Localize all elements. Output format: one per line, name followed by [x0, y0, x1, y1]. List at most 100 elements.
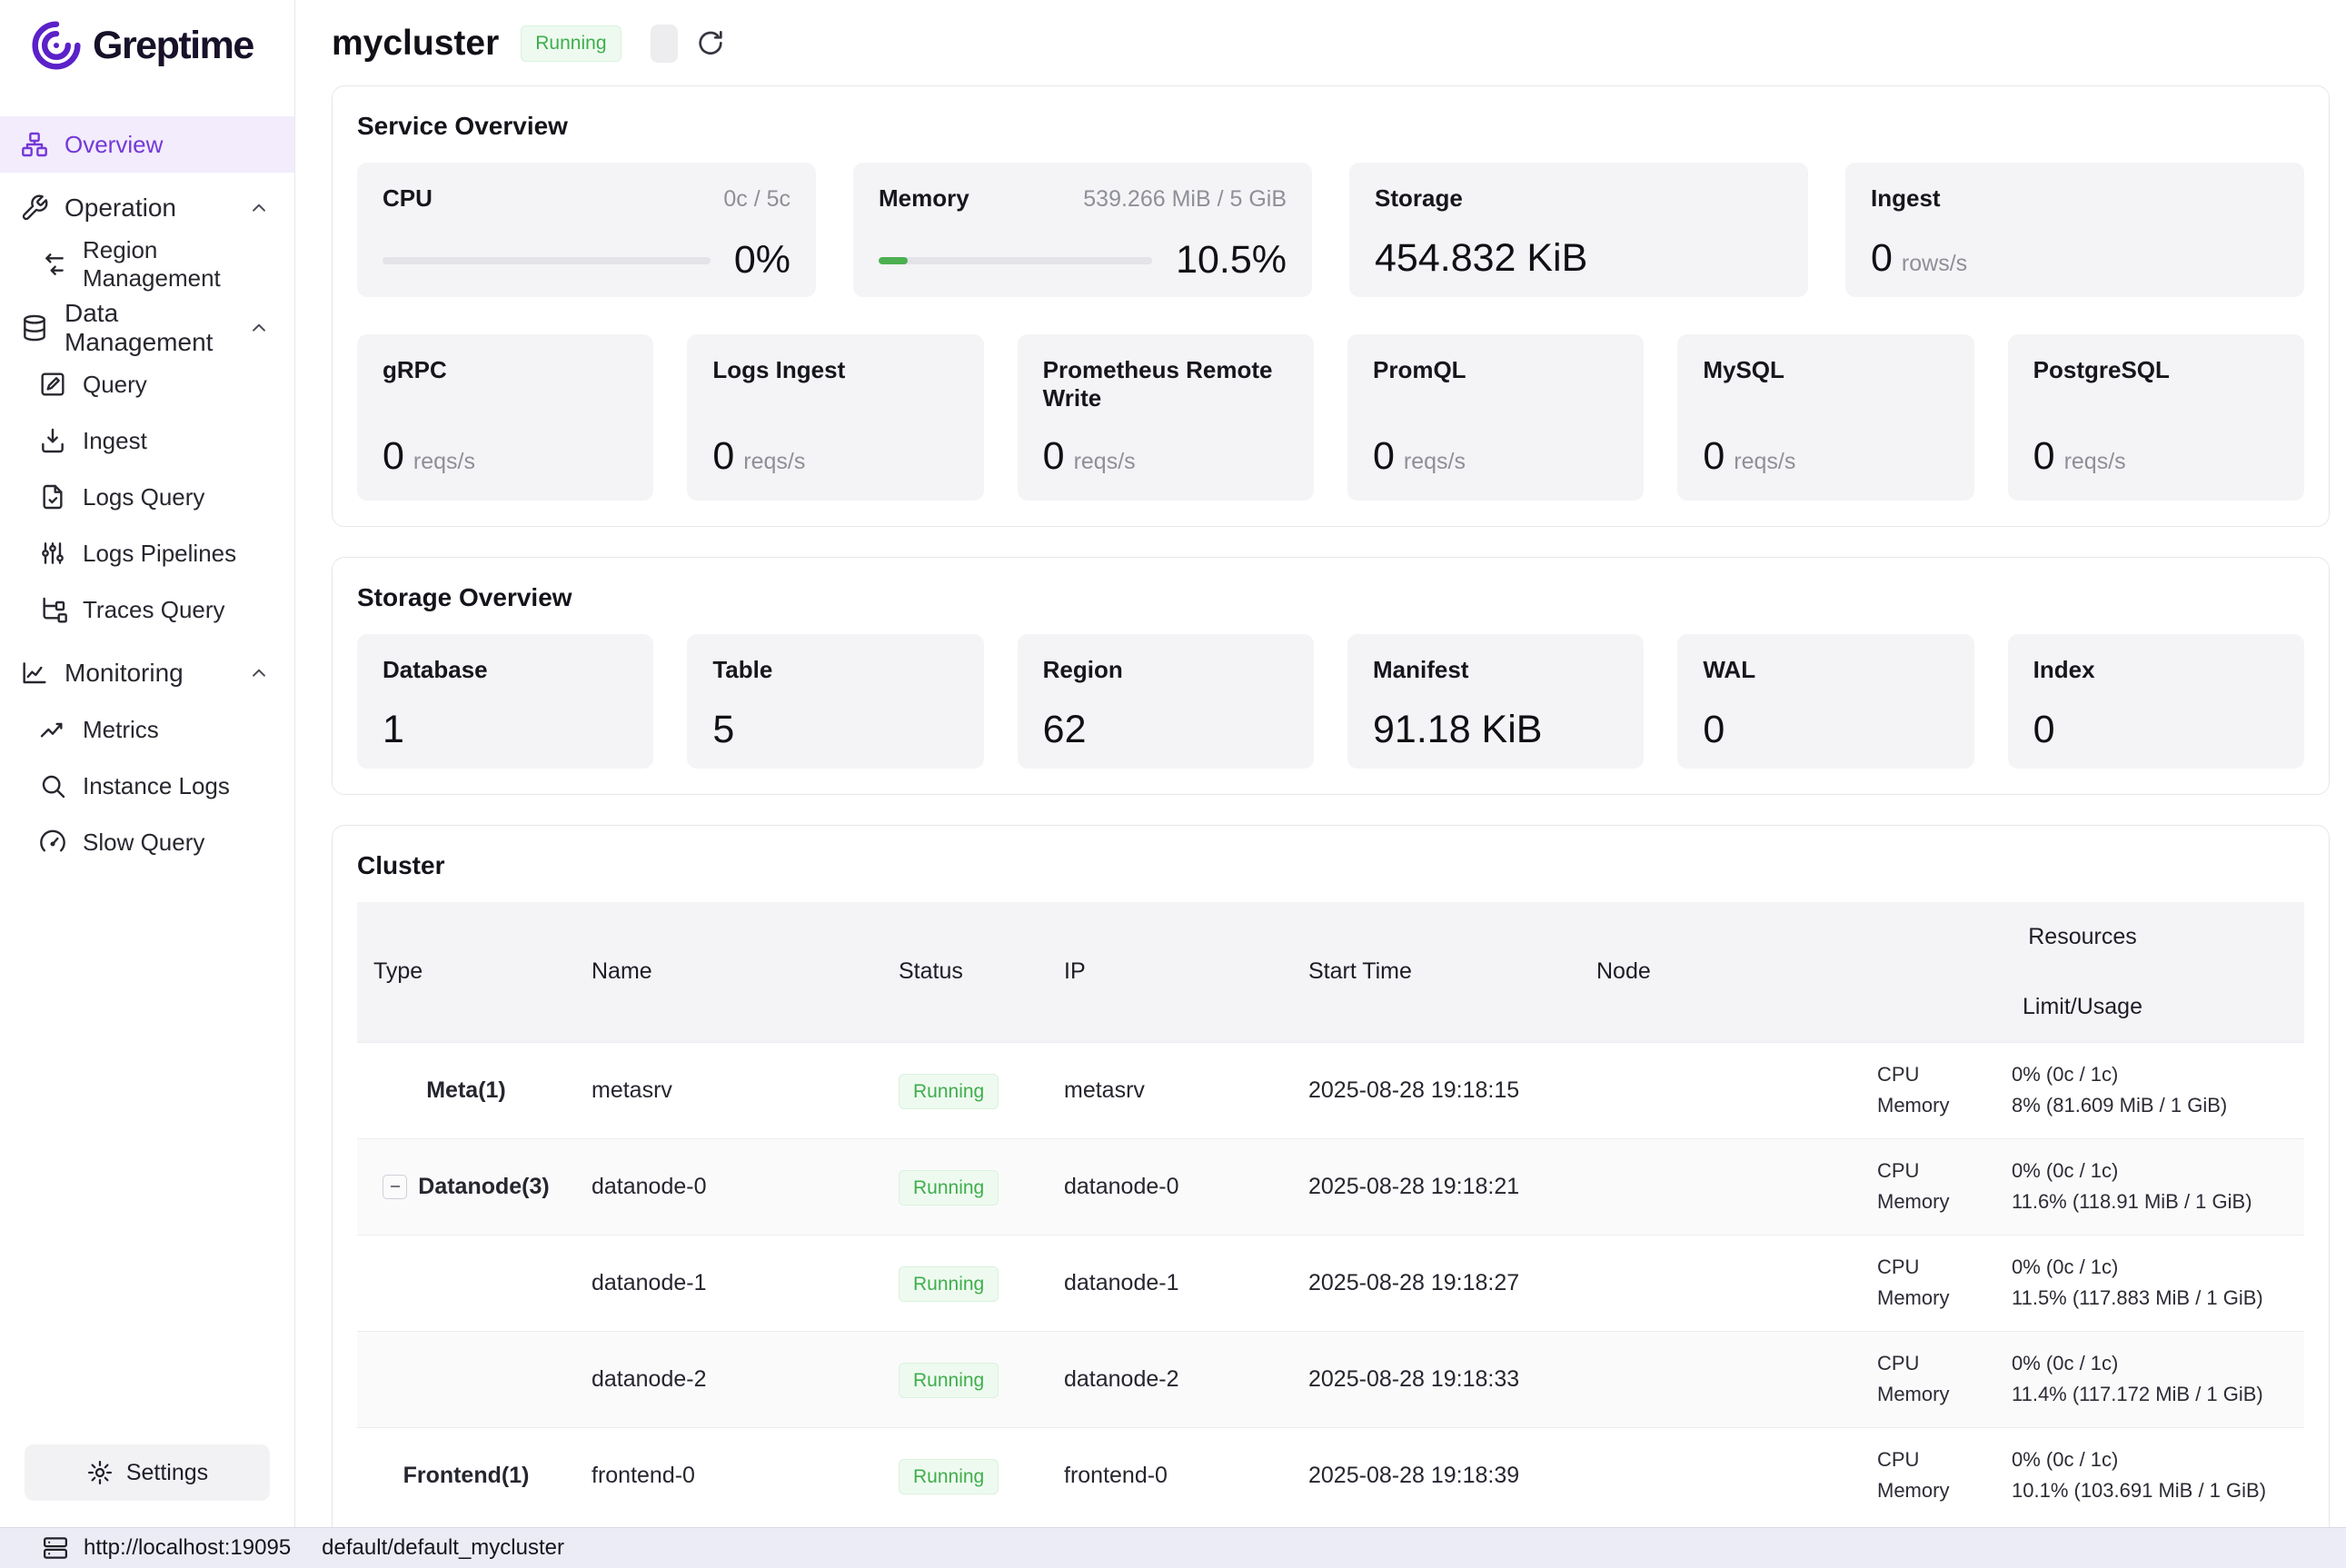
- row-start-time: 2025-08-28 19:18:39: [1292, 1427, 1580, 1523]
- gear-icon: [86, 1459, 114, 1486]
- rate-unit: reqs/s: [1734, 449, 1795, 475]
- rate-unit: reqs/s: [2064, 449, 2126, 475]
- sidebar-item-ingest[interactable]: Ingest: [0, 412, 294, 469]
- gauge-icon: [38, 828, 67, 857]
- rate-label: Logs Ingest: [712, 356, 958, 384]
- mysql-tile: MySQL 0reqs/s: [1677, 334, 1973, 501]
- main-content: mycluster Running Service Overview CPU 0…: [295, 0, 2346, 1568]
- tile-label: Index: [2033, 656, 2095, 683]
- brand-name: Greptime: [93, 24, 253, 68]
- col-header-ip: IP: [1048, 902, 1292, 1042]
- tile-label: Database: [383, 656, 488, 683]
- table-row-datanode-1: datanode-1 Running datanode-1 2025-08-28…: [357, 1235, 2304, 1331]
- secondary-action-button[interactable]: [651, 25, 678, 63]
- tile-value: 5: [712, 708, 734, 752]
- cpu-detail: 0c / 5c: [723, 186, 790, 213]
- rate-value: 0: [1043, 434, 1065, 479]
- rate-value: 0: [383, 434, 404, 479]
- status-badge: Running: [899, 1266, 999, 1302]
- promql-tile: PromQL 0reqs/s: [1347, 334, 1644, 501]
- region-management-icon: [38, 250, 67, 279]
- row-ip: metasrv: [1048, 1042, 1292, 1138]
- settings-button[interactable]: Settings: [25, 1444, 270, 1501]
- row-type: [357, 1331, 575, 1427]
- prometheus-remote-write-tile: Prometheus Remote Write 0reqs/s: [1018, 334, 1314, 501]
- row-name: datanode-1: [575, 1235, 882, 1331]
- sidebar-item-overview[interactable]: Overview: [0, 116, 294, 173]
- search-icon: [38, 771, 67, 800]
- sidebar-item-instance-logs[interactable]: Instance Logs: [0, 758, 294, 814]
- col-header-start-time: Start Time: [1292, 902, 1580, 1042]
- resource-labels: CPUMemory: [1877, 1252, 1979, 1314]
- ingest-icon: [38, 426, 67, 455]
- sidebar-item-traces-query[interactable]: Traces Query: [0, 581, 294, 638]
- sidebar-item-logs-pipelines[interactable]: Logs Pipelines: [0, 525, 294, 581]
- rate-label: PostgreSQL: [2033, 356, 2279, 384]
- sidebar-group-monitoring[interactable]: Monitoring: [0, 645, 294, 701]
- sidebar-item-label: Instance Logs: [83, 772, 230, 800]
- row-name: datanode-2: [575, 1331, 882, 1427]
- manifest-tile: Manifest 91.18 KiB: [1347, 634, 1644, 769]
- resource-values: 0% (0c / 1c)10.1% (103.691 MiB / 1 GiB): [2012, 1444, 2288, 1506]
- sidebar-item-metrics[interactable]: Metrics: [0, 701, 294, 758]
- sidebar-item-label: Metrics: [83, 716, 159, 744]
- memory-percent: 10.5%: [1176, 238, 1287, 283]
- resource-values: 0% (0c / 1c)11.5% (117.883 MiB / 1 GiB): [2012, 1252, 2288, 1314]
- tile-value: 91.18 KiB: [1373, 708, 1542, 752]
- rate-value: 0: [1703, 434, 1725, 479]
- row-node: [1580, 1427, 1861, 1523]
- row-start-time: 2025-08-28 19:18:15: [1292, 1042, 1580, 1138]
- status-bar: http://localhost:19095 default/default_m…: [0, 1527, 2346, 1568]
- row-type: [357, 1235, 575, 1331]
- row-ip: datanode-0: [1048, 1138, 1292, 1235]
- service-metrics-row-1: CPU 0c / 5c 0% Memory 539.266 MiB / 5 Gi…: [357, 163, 2304, 297]
- sidebar-group-operation[interactable]: Operation: [0, 180, 294, 236]
- minus-icon: [387, 1178, 403, 1195]
- sidebar-item-slow-query[interactable]: Slow Query: [0, 814, 294, 870]
- service-metrics-row-2: gRPC 0reqs/s Logs Ingest 0reqs/s Prometh…: [357, 334, 2304, 501]
- row-name: metasrv: [575, 1042, 882, 1138]
- status-badge: Running: [899, 1459, 999, 1494]
- row-name: frontend-0: [575, 1427, 882, 1523]
- refresh-button[interactable]: [691, 24, 731, 64]
- col-header-node: Node: [1580, 902, 1861, 1042]
- sidebar-group-data-management[interactable]: Data Management: [0, 300, 294, 356]
- rate-label: Prometheus Remote Write: [1043, 356, 1288, 412]
- row-type: Datanode(3): [418, 1174, 549, 1200]
- sidebar-item-label: Traces Query: [83, 596, 225, 624]
- wal-tile: WAL 0: [1677, 634, 1973, 769]
- resource-values: 0% (0c / 1c)11.6% (118.91 MiB / 1 GiB): [2012, 1156, 2288, 1217]
- logs-query-icon: [38, 482, 67, 511]
- row-start-time: 2025-08-28 19:18:33: [1292, 1331, 1580, 1427]
- tile-value: 0: [1703, 708, 1725, 752]
- query-icon: [38, 370, 67, 399]
- storage-tile: Storage 454.832 KiB: [1349, 163, 1808, 297]
- sidebar-item-label: Logs Pipelines: [83, 540, 236, 568]
- storage-label: Storage: [1375, 184, 1463, 213]
- ingest-label: Ingest: [1871, 184, 1941, 213]
- rate-label: gRPC: [383, 356, 628, 384]
- cluster-title: mycluster: [332, 24, 499, 64]
- ingest-value: 0: [1871, 236, 1893, 281]
- app-window: Greptime Overview Operation Region Manag…: [0, 0, 2346, 1568]
- row-type: Meta(1): [357, 1042, 575, 1138]
- rate-unit: reqs/s: [743, 449, 805, 475]
- greptime-logo-icon: [31, 20, 82, 71]
- row-ip: datanode-2: [1048, 1331, 1292, 1427]
- sidebar-item-query[interactable]: Query: [0, 356, 294, 412]
- row-type: Frontend(1): [357, 1427, 575, 1523]
- table-tile: Table 5: [687, 634, 983, 769]
- sidebar-item-logs-query[interactable]: Logs Query: [0, 469, 294, 525]
- sidebar-item-region-management[interactable]: Region Management: [0, 236, 294, 293]
- section-title: Service Overview: [357, 112, 2304, 141]
- postgresql-tile: PostgreSQL 0reqs/s: [2008, 334, 2304, 501]
- memory-tile: Memory 539.266 MiB / 5 GiB 10.5%: [853, 163, 1312, 297]
- sidebar-item-label: Region Management: [83, 236, 271, 293]
- collapse-datanode-button[interactable]: [383, 1175, 407, 1199]
- grpc-tile: gRPC 0reqs/s: [357, 334, 653, 501]
- storage-tiles: Database 1 Table 5 Region 62 Manifest 91…: [357, 634, 2304, 769]
- rate-unit: reqs/s: [1404, 449, 1466, 475]
- resource-labels: CPUMemory: [1877, 1348, 1979, 1410]
- tile-value: 1: [383, 708, 404, 752]
- rate-label: PromQL: [1373, 356, 1618, 384]
